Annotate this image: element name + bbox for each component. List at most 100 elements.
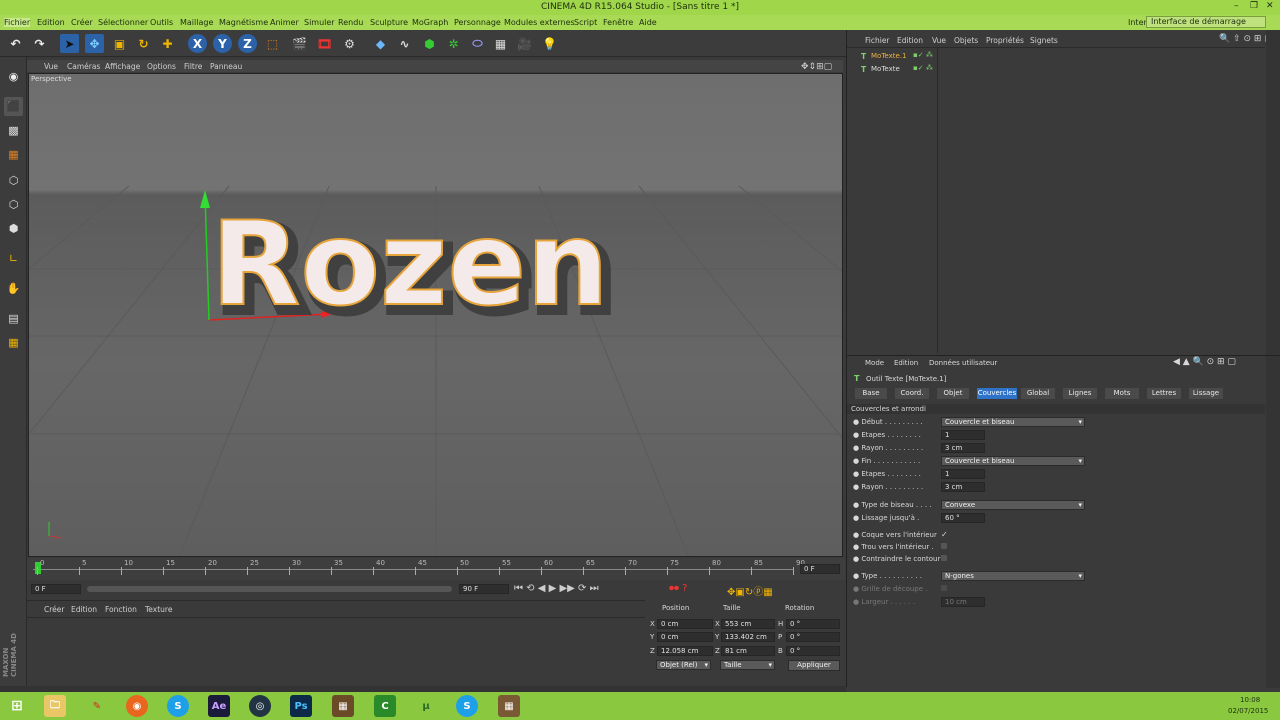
rot-b-field[interactable]: 0 ° [786,646,840,656]
object-row-motexte1[interactable]: T MoTexte.1 [859,51,921,62]
camera-icon[interactable]: 🎥 [515,34,534,53]
text-3d-rozen[interactable]: Rozen Rozen [210,196,620,343]
key-types-icon[interactable]: ✥▣↻ⓟ▦ [727,583,773,598]
tab-lettres[interactable]: Lettres [1147,388,1181,399]
attr-menu-mode[interactable]: Mode [865,359,884,367]
visibility-toggles[interactable]: ▪✓ ⁂ [913,51,933,59]
fin-select[interactable]: Couvercle et biseau [941,456,1085,466]
torrent-icon[interactable]: µ [415,695,437,717]
aftereffects-icon[interactable]: Ae [208,695,230,717]
obj-menu-edition[interactable]: Edition [897,36,923,45]
object-row-motexte[interactable]: T MoTexte [859,64,921,75]
obj-menu-objets[interactable]: Objets [954,36,978,45]
frame-range-slider[interactable] [87,586,452,592]
move-tool-icon[interactable]: ✥ [85,34,104,53]
tab-objet[interactable]: Objet [937,388,969,399]
current-frame-field[interactable]: 0 F [800,564,840,574]
vp-menu-affichage[interactable]: Affichage [105,62,140,71]
edges-mode-icon[interactable]: ⬡ [4,195,23,214]
obj-menu-proprietes[interactable]: Propriétés [986,36,1024,45]
mat-menu-creer[interactable]: Créer [44,605,64,614]
menu-edition[interactable]: Edition [37,18,65,27]
trou-checkbox[interactable] [941,543,947,549]
menu-aide[interactable]: Aide [639,18,657,27]
z-axis-icon[interactable]: Z [238,34,257,53]
menu-personnage[interactable]: Personnage [454,18,501,27]
obj-menu-vue[interactable]: Vue [932,36,946,45]
tab-base[interactable]: Base [855,388,887,399]
tweak-mode-icon[interactable]: ✋ [4,279,23,298]
record-keys-icon[interactable]: ⏺⏺ ? [669,583,688,594]
tab-lignes[interactable]: Lignes [1063,388,1097,399]
attr-nav-icons[interactable]: ◀ ▲ 🔍 ⊙ ⊞ ▢ [1173,357,1236,367]
maximize-button[interactable]: ❐ [1250,1,1258,11]
mat-menu-edition[interactable]: Edition [71,605,97,614]
vp-menu-panneau[interactable]: Panneau [210,62,242,71]
nurbs-icon[interactable]: ⬢ [420,34,439,53]
model-mode-icon[interactable]: ⬛ [4,97,23,116]
start-frame-field[interactable]: 0 F [31,584,81,594]
x-axis-icon[interactable]: X [188,34,207,53]
menu-magnetisme[interactable]: Magnétisme [219,18,268,27]
obj-menu-signets[interactable]: Signets [1030,36,1058,45]
transport-controls[interactable]: ⏮ ⟲ ◀ ▶ ▶▶ ⟳ ⏭ [514,583,599,594]
points-mode-icon[interactable]: ⬡ [4,171,23,190]
texture-mode-icon[interactable]: ▩ [4,121,23,140]
menu-outils[interactable]: Outils [150,18,173,27]
light-icon[interactable]: 💡 [540,34,559,53]
menu-script[interactable]: Script [574,18,597,27]
render-picture-icon[interactable]: 🎞 [315,34,334,53]
type-select[interactable]: N-gones [941,571,1085,581]
rotate-tool-icon[interactable]: ↻ [134,34,153,53]
side-tabs[interactable] [1266,356,1280,688]
menu-animer[interactable]: Animer [270,18,299,27]
menu-fichier[interactable]: Fichier [4,18,31,27]
tab-couvercles[interactable]: Couvercles [977,388,1017,399]
viewport-3d[interactable]: Perspective Rozen Rozen [28,73,843,557]
windows-icon[interactable]: ⊞ [6,695,28,717]
menu-fenetre[interactable]: Fenêtre [603,18,633,27]
pos-z-field[interactable]: 12.058 cm [657,646,713,656]
skype2-icon[interactable]: S [456,695,478,717]
coque-checkbox[interactable]: ✓ [941,530,948,539]
workplane-icon[interactable]: ▦ [4,145,23,164]
menu-simuler[interactable]: Simuler [304,18,335,27]
block-icon[interactable]: ▦ [498,695,520,717]
make-editable-icon[interactable]: ◉ [4,67,23,86]
pos-y-field[interactable]: 0 cm [657,632,713,642]
close-button[interactable]: ✕ [1266,1,1274,11]
tab-lissage[interactable]: Lissage [1189,388,1223,399]
cinema4d-icon[interactable]: ◎ [249,695,271,717]
minimize-button[interactable]: – [1234,1,1239,11]
rayon1-field[interactable]: 3 cm [941,443,985,453]
etapes2-field[interactable]: 1 [941,469,985,479]
interface-select[interactable]: Interface de démarrage [1146,16,1266,28]
cube-icon[interactable]: ◆ [371,34,390,53]
array-icon[interactable]: ✲ [444,34,463,53]
minecraft-icon[interactable]: ▦ [332,695,354,717]
menu-selectionner[interactable]: Sélectionner [98,18,148,27]
etapes1-field[interactable]: 1 [941,430,985,440]
size-mode-select[interactable]: Taille [720,660,775,670]
attr-menu-donnees[interactable]: Données utilisateur [929,359,997,367]
tab-global[interactable]: Global [1021,388,1055,399]
pos-x-field[interactable]: 0 cm [657,619,713,629]
side-tabs[interactable] [1266,30,1280,355]
size-z-field[interactable]: 81 cm [721,646,775,656]
vp-menu-filtre[interactable]: Filtre [184,62,202,71]
y-axis-icon[interactable]: Y [213,34,232,53]
vp-menu-options[interactable]: Options [147,62,176,71]
rayon2-field[interactable]: 3 cm [941,482,985,492]
menu-maillage[interactable]: Maillage [180,18,213,27]
render-view-icon[interactable]: 🎬 [290,34,309,53]
lissage-field[interactable]: 60 ° [941,513,985,523]
coord-mode-select[interactable]: Objet (Rel) [656,660,711,670]
debut-select[interactable]: Couvercle et biseau [941,417,1085,427]
skype-icon[interactable]: S [167,695,189,717]
vp-menu-cameras[interactable]: Caméras [67,62,100,71]
rot-h-field[interactable]: 0 ° [786,619,840,629]
type-biseau-select[interactable]: Convexe [941,500,1085,510]
visibility-toggles[interactable]: ▪✓ ⁂ [913,64,933,72]
contraindre-checkbox[interactable] [941,555,947,561]
lock-workplane-icon[interactable]: ▦ [4,333,23,352]
